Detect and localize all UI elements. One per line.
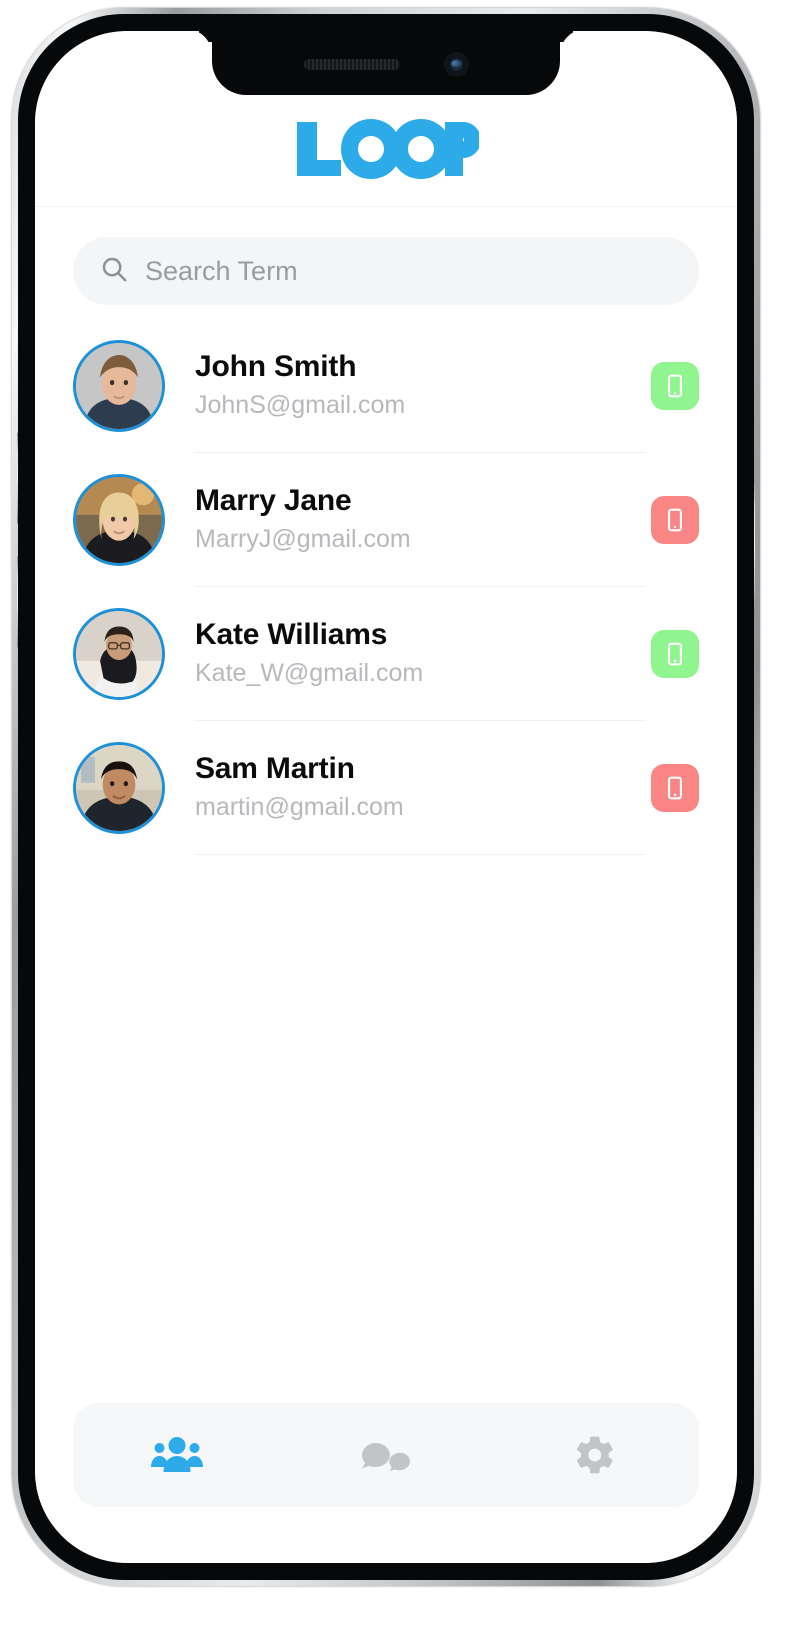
table-row[interactable]: Marry Jane MarryJ@gmail.com — [73, 453, 699, 587]
status-badge[interactable] — [651, 764, 699, 812]
status-badge[interactable] — [651, 496, 699, 544]
contact-details: Marry Jane MarryJ@gmail.com — [195, 453, 645, 587]
tabbar-section — [35, 1403, 737, 1563]
table-row[interactable]: John Smith JohnS@gmail.com — [73, 319, 699, 453]
chat-bubbles-icon — [360, 1434, 412, 1476]
contact-email: MarryJ@gmail.com — [195, 525, 411, 554]
contact-list: John Smith JohnS@gmail.com Marry Jane Ma… — [35, 305, 737, 1403]
bottom-tabbar — [73, 1403, 699, 1507]
speaker-grille-icon — [303, 58, 400, 70]
contact-details: Kate Williams Kate_W@gmail.com — [195, 587, 645, 721]
device-notch — [212, 31, 560, 95]
contact-name: Marry Jane — [195, 483, 352, 517]
smartphone-icon — [667, 642, 683, 666]
phone-frame: John Smith JohnS@gmail.com — [12, 8, 760, 1586]
contact-details: Sam Martin martin@gmail.com — [195, 721, 645, 855]
status-badge[interactable] — [651, 362, 699, 410]
smartphone-icon — [667, 776, 683, 800]
tab-chats[interactable] — [282, 1403, 491, 1507]
gear-icon — [573, 1433, 617, 1477]
smartphone-icon — [667, 508, 683, 532]
table-row[interactable]: Sam Martin martin@gmail.com — [73, 721, 699, 855]
contact-email: martin@gmail.com — [195, 793, 404, 822]
screenshot-root: John Smith JohnS@gmail.com — [0, 0, 810, 1647]
avatar — [73, 608, 165, 700]
tab-contacts[interactable] — [73, 1403, 282, 1507]
phone-screen: John Smith JohnS@gmail.com — [35, 31, 737, 1563]
front-camera-icon — [443, 51, 469, 77]
table-row[interactable]: Kate Williams Kate_W@gmail.com — [73, 587, 699, 721]
avatar — [73, 340, 165, 432]
smartphone-icon — [667, 374, 683, 398]
contact-name: John Smith — [195, 349, 357, 383]
avatar — [73, 474, 165, 566]
search-input[interactable] — [145, 255, 673, 287]
avatar — [73, 742, 165, 834]
contact-email: JohnS@gmail.com — [195, 391, 406, 420]
search-icon — [99, 254, 129, 289]
people-group-icon — [151, 1435, 204, 1475]
search-bar[interactable] — [73, 237, 699, 305]
contact-email: Kate_W@gmail.com — [195, 659, 424, 688]
tab-settings[interactable] — [490, 1403, 699, 1507]
contact-details: John Smith JohnS@gmail.com — [195, 319, 645, 453]
status-badge[interactable] — [651, 630, 699, 678]
search-section — [35, 207, 737, 305]
phone-bezel: John Smith JohnS@gmail.com — [18, 14, 754, 1580]
loop-logo — [293, 118, 479, 180]
contact-name: Sam Martin — [195, 751, 355, 785]
app-container: John Smith JohnS@gmail.com — [35, 31, 737, 1563]
contact-name: Kate Williams — [195, 617, 388, 651]
